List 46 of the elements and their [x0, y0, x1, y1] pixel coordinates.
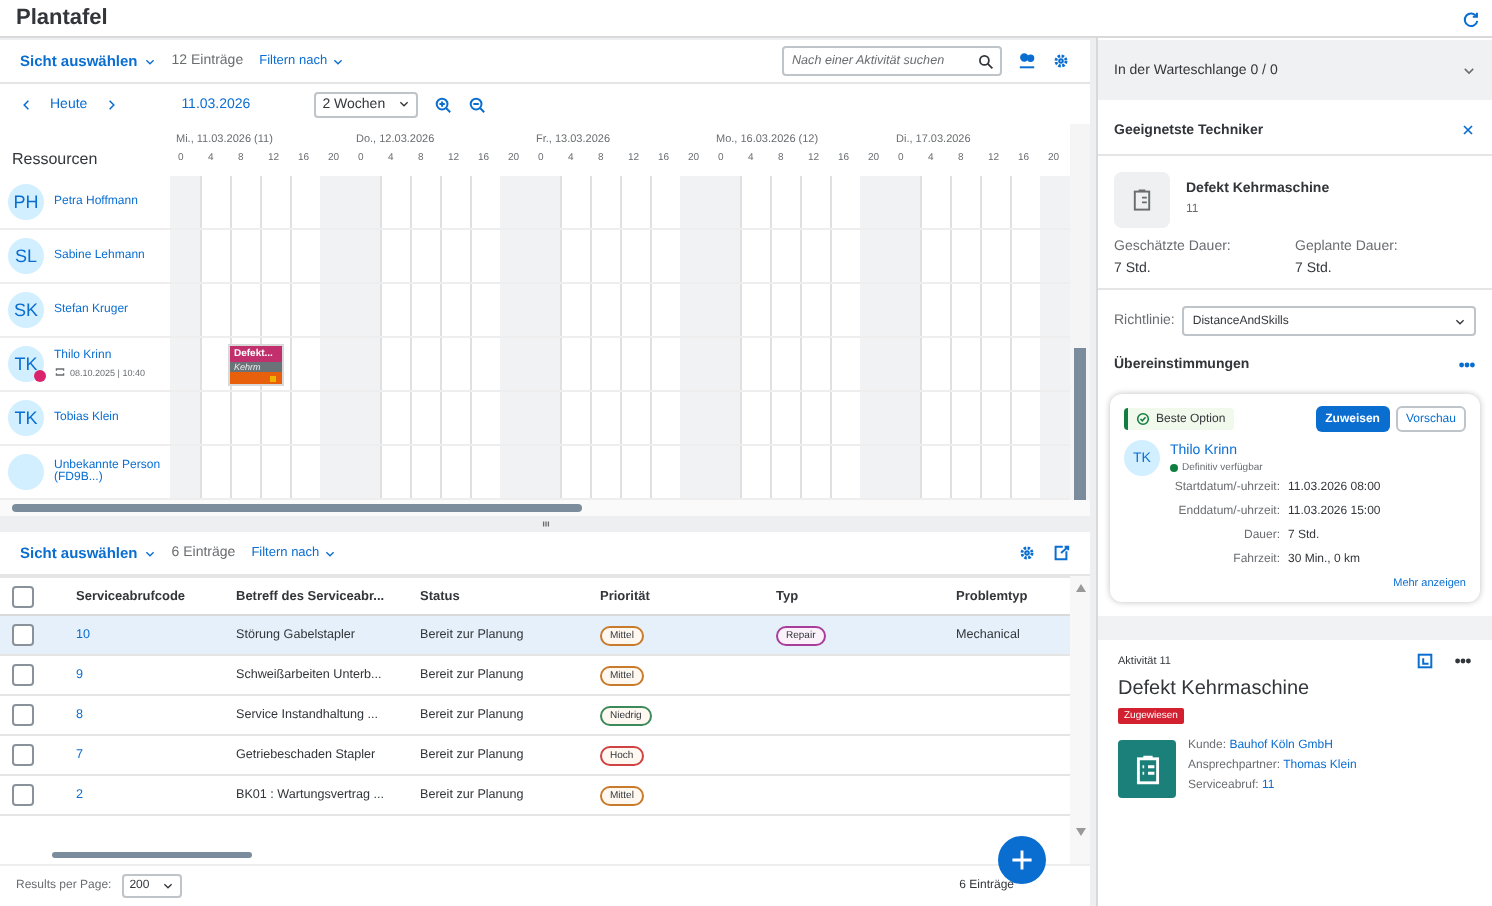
clipboard-icon	[1114, 172, 1170, 228]
chevron-down-icon[interactable]	[397, 98, 410, 110]
avatar: TK	[8, 346, 44, 382]
clipboard-icon	[1118, 740, 1176, 798]
row-checkbox[interactable]	[12, 704, 34, 726]
chevron-down-icon[interactable]	[143, 55, 156, 67]
column-header: Ressourcen	[12, 150, 98, 168]
table-row[interactable]	[0, 616, 60, 656]
chevron-down-icon[interactable]	[161, 879, 174, 891]
activity-title: Defekt Kehrmaschine	[1118, 678, 1312, 700]
zoom-out-icon[interactable]	[467, 95, 486, 113]
plus-icon	[1010, 848, 1034, 872]
search-icon[interactable]	[978, 53, 994, 69]
page-title: Plantafel	[16, 6, 108, 30]
board-icon[interactable]	[1416, 652, 1434, 670]
chevron-left-icon[interactable]	[20, 97, 34, 111]
row-checkbox[interactable]	[12, 624, 34, 646]
row-checkbox[interactable]	[12, 664, 34, 686]
chevron-right-icon[interactable]	[103, 97, 118, 111]
scrollbar[interactable]	[1070, 124, 1090, 500]
chevron-down-icon[interactable]	[143, 547, 156, 559]
chevron-down-icon[interactable]	[323, 547, 336, 559]
people-icon[interactable]	[1018, 52, 1036, 70]
check-circle-icon[interactable]	[1136, 412, 1150, 426]
scroll-down-icon[interactable]	[1075, 828, 1085, 836]
row-checkbox[interactable]	[12, 784, 34, 806]
zoom-in-icon[interactable]	[433, 95, 452, 113]
avatar: SL	[8, 238, 44, 274]
settings-icon[interactable]	[1018, 544, 1036, 562]
close-icon[interactable]	[1460, 122, 1476, 138]
avatar	[8, 454, 44, 490]
scroll-up-icon[interactable]	[1075, 584, 1085, 592]
avatar: SK	[8, 292, 44, 328]
settings-icon[interactable]	[1052, 52, 1070, 70]
sync-icon[interactable]	[54, 366, 66, 378]
scrollbar[interactable]	[0, 500, 1090, 516]
export-icon[interactable]	[1052, 544, 1070, 562]
avatar: PH	[8, 184, 44, 220]
scrollbar[interactable]	[1070, 576, 1090, 864]
chevron-down-icon[interactable]	[331, 55, 344, 67]
row-checkbox[interactable]	[12, 744, 34, 766]
chevron-down-icon[interactable]	[1454, 315, 1466, 327]
select-all-checkbox[interactable]	[12, 585, 34, 607]
avatar: TK	[8, 400, 44, 436]
refresh-icon[interactable]	[1462, 9, 1480, 27]
splitter-handle-icon[interactable]	[537, 518, 553, 530]
